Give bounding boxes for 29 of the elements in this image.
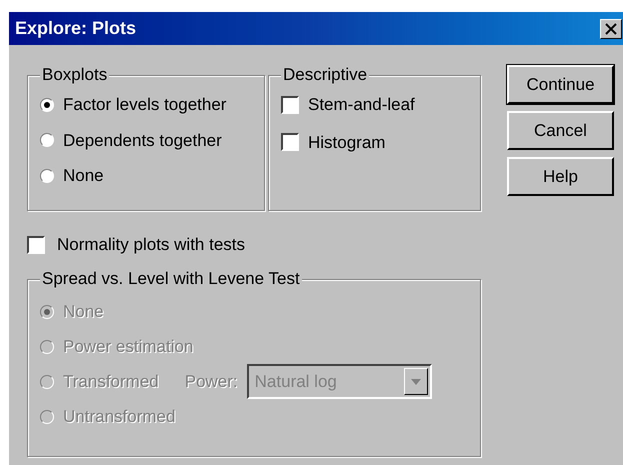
group-label: Boxplots [40, 65, 110, 85]
checkbox-label: Stem-and-leaf [308, 94, 415, 116]
checkbox[interactable] [281, 96, 299, 114]
dropdown-arrow-button[interactable] [404, 368, 428, 395]
radio-label: Dependents together [63, 130, 222, 152]
close-button[interactable] [600, 18, 622, 38]
checkbox-label: Histogram [308, 132, 386, 154]
checkbox[interactable] [27, 236, 45, 254]
radio-label: Untransformed [63, 406, 176, 428]
radio-label: None [63, 165, 104, 187]
dropdown-value: Natural log [254, 370, 337, 393]
close-icon [605, 22, 617, 34]
radio-label: Transformed [63, 370, 159, 393]
radio-label: Power estimation [63, 336, 194, 358]
radio-button[interactable] [40, 168, 54, 183]
radio-label: None [63, 300, 104, 323]
dialog-button[interactable]: Help [507, 157, 614, 196]
radio-label: Factor levels together [63, 94, 226, 116]
group-label: Spread vs. Level with Levene Test [40, 268, 302, 288]
group-label: Descriptive [281, 65, 370, 85]
dialog-button[interactable]: Cancel [507, 111, 614, 150]
power-label: Power: [184, 370, 238, 393]
checkbox[interactable] [281, 133, 299, 152]
checkbox-label: Normality plots with tests [57, 234, 245, 256]
dialog-button[interactable]: Continue [507, 65, 614, 104]
caret-icon [410, 378, 421, 384]
radio-button[interactable] [40, 98, 54, 112]
radio-button[interactable] [40, 133, 54, 148]
window-title: Explore: Plots [15, 17, 136, 40]
